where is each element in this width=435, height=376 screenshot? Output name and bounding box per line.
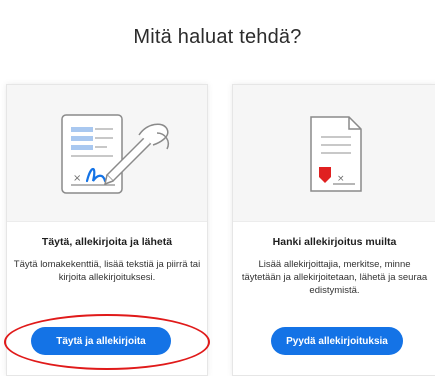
action-chooser-dialog: Mitä haluat tehdä? × Täytä, allekirjoita…	[0, 0, 435, 376]
card-title: Hanki allekirjoitus muilta	[272, 236, 397, 248]
svg-text:×: ×	[337, 174, 345, 184]
svg-text:×: ×	[73, 173, 81, 184]
card-illustration: ×	[7, 85, 207, 222]
card-illustration: ×	[233, 85, 435, 222]
fill-and-sign-button[interactable]: Täytä ja allekirjoita	[31, 327, 171, 355]
card-title: Täytä, allekirjoita ja lähetä	[41, 236, 173, 248]
card-fill-and-sign[interactable]: × Täytä, allekirjoita ja lähetä Täytä lo…	[6, 84, 208, 376]
card-request-signatures[interactable]: × Hanki allekirjoitus muilta Lisää allek…	[232, 84, 435, 376]
dialog-heading: Mitä haluat tehdä?	[133, 26, 302, 48]
fill-sign-document-icon: ×	[61, 114, 169, 194]
card-description: Täytä lomakekenttiä, lisää tekstiä ja pi…	[13, 259, 201, 283]
request-signature-document-icon: ×	[310, 116, 362, 192]
request-signatures-button[interactable]: Pyydä allekirjoituksia	[271, 327, 403, 355]
card-description: Lisää allekirjoittajia, merkitse, minne …	[241, 259, 428, 296]
